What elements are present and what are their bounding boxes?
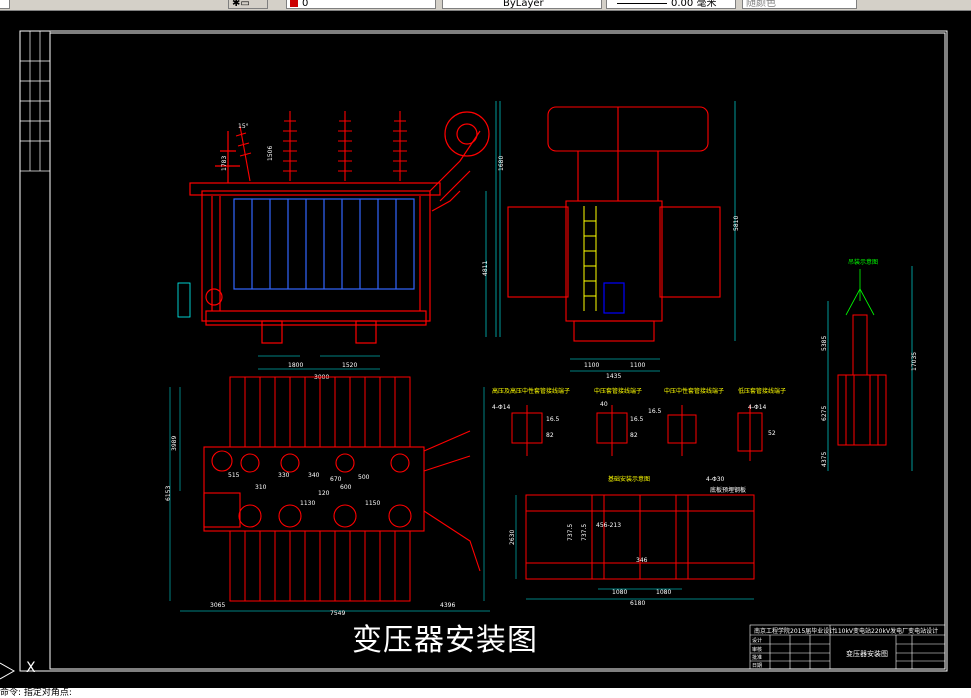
plan-dimensions [169, 387, 490, 612]
side-dim-1: 1100 [584, 362, 599, 369]
side-ladder [583, 206, 597, 311]
detail-label-7: 4-Φ14 [748, 404, 767, 411]
drawing-canvas[interactable]: 1800 1520 3000 4811 1680 1783 1506 15° 1… [0, 11, 971, 698]
transformer-side-view: 1100 1100 1435 5810 [507, 101, 740, 380]
foundation-title: 基础安装示意图 [608, 475, 650, 483]
plotstyle-value: 随颜色 [746, 0, 776, 9]
layer-icons[interactable]: ✱▭ [228, 0, 268, 9]
toolbar-left-stub[interactable] [0, 0, 10, 9]
lineweight-value: 0.00 毫米 [671, 0, 717, 9]
title-block-row-3: 日期 [752, 663, 762, 669]
plan-dim-120: 120 [318, 490, 330, 497]
side-revision-table [19, 30, 51, 172]
lifting-dim-3: 4375 [821, 452, 828, 467]
side-dim-2: 1100 [630, 362, 645, 369]
title-block-row-2: 批准 [752, 654, 762, 661]
found-dim-0: 1080 [612, 589, 627, 596]
layer-dropdown[interactable]: 0 [286, 0, 436, 9]
ucs-icon [0, 662, 16, 680]
drawing-inner-frame [49, 32, 946, 670]
detail-title-mvn: 中压中性套管接线端子 [664, 387, 724, 395]
found-dim-5: 737.5 [567, 524, 574, 541]
detail-label-3: 40 [600, 401, 608, 408]
drawing-outer-frame [19, 30, 948, 672]
title-block-project: 110kV变电站220kV发电厂变电站设计 [834, 627, 938, 635]
found-dim-3: 2630 [509, 530, 516, 545]
layer-color-swatch [290, 0, 298, 7]
linetype-dropdown[interactable]: ByLayer [442, 0, 602, 9]
plan-dim-330: 330 [278, 472, 290, 479]
front-dim-1800: 1800 [288, 362, 303, 369]
found-dim-9: 底板预埋钢板 [710, 486, 746, 494]
layer-value: 0 [302, 0, 309, 9]
properties-toolbar: ✱▭ 0 ByLayer 0.00 毫米 随颜色 [0, 0, 971, 11]
lifting-dim-2: 6275 [821, 406, 828, 421]
plan-dim-500: 500 [358, 474, 370, 481]
lifting-dim-4: 17035 [911, 352, 918, 371]
side-dim-3: 1435 [606, 373, 621, 380]
ucs-x-label: X [26, 660, 36, 676]
plan-dim-7549: 7549 [330, 610, 345, 617]
detail-label-0: 4-Φ14 [492, 404, 511, 411]
plan-dim-1150: 1150 [365, 500, 380, 507]
plotstyle-dropdown[interactable]: 随颜色 [742, 0, 857, 9]
layer-state-icon[interactable]: ✱▭ [232, 0, 250, 8]
plan-radiators-top [229, 376, 411, 448]
plan-dim-3065: 3065 [210, 602, 225, 609]
command-line[interactable]: 命令: 指定对角点: [0, 688, 971, 698]
terminal-details: 高压及高压中性套管接线端子 中压套管接线端子 中压中性套管接线端子 低压套管接线… [492, 387, 786, 461]
linetype-value: ByLayer [503, 0, 544, 9]
front-angle: 15° [238, 123, 249, 130]
found-dim-7: 346 [636, 557, 648, 564]
plan-dim-4396: 4396 [440, 602, 455, 609]
plan-dim-600: 600 [340, 484, 352, 491]
found-dim-4: 737.5 [581, 524, 588, 541]
front-dim-4811: 4811 [482, 261, 489, 276]
plan-radiators-bottom [229, 530, 411, 602]
detail-label-6: 16.5 [648, 408, 662, 415]
lifting-view: 吊装示意图 5385 6275 4375 17035 [821, 258, 918, 471]
title-block-row-0: 设计 [752, 637, 762, 644]
plan-dim-670: 670 [330, 476, 342, 483]
front-dim-1506: 1506 [267, 146, 274, 161]
detail-label-5: 82 [630, 432, 638, 439]
detail-title-mv: 中压套管接线端子 [594, 387, 642, 395]
plan-dim-310: 310 [255, 484, 267, 491]
front-tank [189, 111, 490, 344]
plan-dim-515: 515 [228, 472, 240, 479]
front-radiators [233, 198, 415, 290]
plan-dim-340: 340 [308, 472, 320, 479]
lifting-label: 吊装示意图 [848, 258, 878, 266]
found-dim-1: 1080 [656, 589, 671, 596]
lineweight-sample [617, 2, 667, 4]
lifting-dim-1: 5385 [821, 336, 828, 351]
detail-label-2: 82 [546, 432, 554, 439]
front-bushings [235, 111, 407, 182]
plan-dim-1130: 1130 [300, 500, 315, 507]
detail-label-1: 16.5 [546, 416, 560, 423]
front-dim-1783: 1783 [221, 156, 228, 171]
front-dim-1680: 1680 [498, 156, 505, 171]
detail-label-8: 52 [768, 430, 776, 437]
title-block-drawing-name: 变压器安装图 [846, 649, 888, 658]
found-dim-8: 4-Φ30 [706, 476, 725, 483]
title-block-school: 南京工程学院2015届毕业设计 [754, 627, 835, 635]
foundation-view: 基础安装示意图 1080 1080 6180 2630 737.5 737.5 … [509, 475, 755, 607]
found-dim-6: 456-213 [596, 522, 621, 529]
found-dim-2: 6180 [630, 600, 645, 607]
side-dim-4: 5810 [733, 216, 740, 231]
detail-label-4: 16.5 [630, 416, 644, 423]
plan-dim-6153: 6153 [165, 486, 172, 501]
detail-title-lv: 低压套管接线端子 [738, 387, 786, 395]
transformer-plan-view: 3065 7549 3989 6153 4396 515 330 340 670… [165, 376, 490, 617]
front-dim-1520: 1520 [342, 362, 357, 369]
lineweight-dropdown[interactable]: 0.00 毫米 [606, 0, 736, 9]
detail-title-hv: 高压及高压中性套管接线端子 [492, 387, 570, 395]
drawing-title: 变压器安装图 [352, 623, 538, 658]
plan-dim-3989: 3989 [171, 436, 178, 451]
transformer-front-view: 1800 1520 3000 4811 1680 1783 1506 15° [177, 101, 505, 381]
title-block-row-1: 审核 [752, 646, 762, 653]
